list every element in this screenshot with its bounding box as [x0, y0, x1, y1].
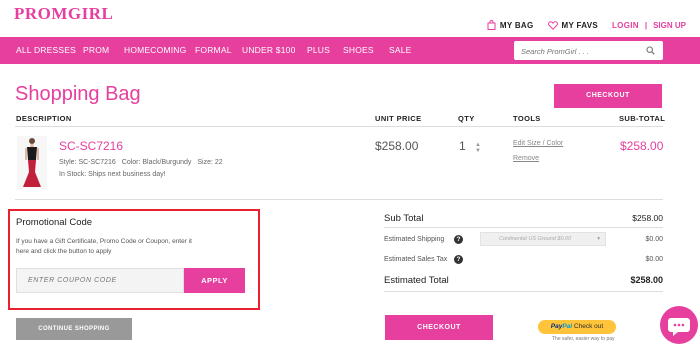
login-link[interactable]: LOGIN	[612, 21, 639, 30]
product-stock-status: In Stock: Ships next business day!	[59, 171, 166, 178]
column-tools: TOOLS	[513, 114, 541, 123]
checkout-button-top[interactable]: CHECKOUT	[554, 84, 662, 108]
my-favs-label: MY FAVS	[561, 20, 598, 30]
nav-item-all-dresses[interactable]: ALL DRESSES	[16, 37, 76, 64]
nav-item-plus[interactable]: PLUS	[307, 37, 330, 64]
summary-divider	[384, 291, 663, 292]
line-subtotal-value: $258.00	[620, 139, 664, 153]
product-color: Color: Black/Burgundy	[121, 159, 192, 166]
product-image[interactable]	[17, 136, 47, 189]
search-input[interactable]	[514, 42, 634, 61]
chat-icon	[668, 318, 690, 336]
chat-button[interactable]	[660, 306, 698, 344]
header-divider	[15, 126, 663, 127]
total-label: Estimated Total	[384, 275, 449, 286]
search-box	[514, 41, 663, 61]
paypal-logo-pal: Pal	[562, 323, 573, 330]
chevron-down-icon[interactable]: ▼	[475, 148, 481, 154]
shipping-value: $0.00	[645, 236, 663, 243]
tax-value: $0.00	[645, 256, 663, 263]
header-separator: |	[644, 20, 648, 30]
promgirl-logo[interactable]: PROMGIRL	[14, 4, 113, 24]
main-nav: ALL DRESSES PROM HOMECOMING FORMAL UNDER…	[0, 37, 700, 64]
question-icon[interactable]: ?	[454, 255, 463, 264]
nav-item-under-100[interactable]: UNDER $100	[242, 37, 296, 64]
my-bag-link[interactable]: MY BAG	[487, 20, 534, 30]
question-icon[interactable]: ?	[454, 235, 463, 244]
tax-label: Estimated Sales Tax	[384, 256, 448, 263]
apply-button[interactable]: APPLY	[184, 268, 245, 293]
nav-item-formal[interactable]: FORMAL	[195, 37, 232, 64]
header-links: MY BAG MY FAVS LOGIN | SIGN UP	[473, 20, 686, 30]
column-qty: QTY	[458, 114, 475, 123]
sub-total-value: $258.00	[632, 213, 663, 223]
paypal-checkout-button[interactable]: PayPal Check out	[538, 320, 616, 334]
shopping-bag-icon	[487, 20, 496, 30]
quantity-stepper[interactable]: ▲ ▼	[475, 142, 481, 154]
unit-price-value: $258.00	[375, 139, 419, 153]
item-divider	[15, 199, 663, 200]
column-sub-total: SUB-TOTAL	[619, 114, 666, 123]
promo-description: If you have a Gift Certificate, Promo Co…	[16, 238, 192, 255]
my-bag-label: MY BAG	[499, 20, 534, 30]
page-title: Shopping Bag	[15, 83, 141, 105]
sign-up-link[interactable]: SIGN UP	[653, 21, 686, 30]
total-value: $258.00	[630, 275, 663, 285]
product-size: Size: 22	[197, 159, 223, 166]
product-style: Style: SC-SC7216	[59, 159, 116, 166]
product-name[interactable]: SC-SC7216	[59, 139, 123, 153]
search-icon[interactable]	[646, 46, 655, 55]
checkout-button-bottom[interactable]: CHECKOUT	[385, 315, 493, 340]
nav-item-homecoming[interactable]: HOMECOMING	[124, 37, 186, 64]
sub-total-label: Sub Total	[384, 213, 424, 224]
shipping-method-select[interactable]: Continental US Ground $0.00 ▾	[480, 232, 606, 246]
product-meta: Style: SC-SC7216 Color: Black/Burgundy S…	[59, 159, 227, 166]
promo-title: Promotional Code	[16, 217, 93, 228]
paypal-checkout-label: Check out	[573, 323, 604, 330]
continue-shopping-button[interactable]: CONTINUE SHOPPING	[16, 318, 132, 340]
paypal-tagline: The safer, easier way to pay	[552, 336, 615, 342]
nav-item-prom[interactable]: PROM	[83, 37, 109, 64]
nav-item-sale[interactable]: SALE	[389, 37, 412, 64]
my-favs-link[interactable]: MY FAVS	[547, 20, 598, 30]
shipping-label: Estimated Shipping	[384, 236, 445, 243]
summary-divider	[384, 227, 663, 228]
chevron-down-icon: ▾	[597, 236, 600, 242]
coupon-code-input[interactable]	[16, 268, 184, 293]
nav-item-shoes[interactable]: SHOES	[343, 37, 374, 64]
quantity-value[interactable]: 1	[459, 139, 466, 153]
heart-icon	[547, 20, 558, 30]
column-unit-price: UNIT PRICE	[375, 114, 422, 123]
remove-link[interactable]: Remove	[513, 155, 539, 162]
paypal-logo-pay: Pay	[550, 323, 563, 330]
column-description: DESCRIPTION	[16, 114, 72, 123]
edit-size-color-link[interactable]: Edit Size / Color	[513, 140, 563, 147]
